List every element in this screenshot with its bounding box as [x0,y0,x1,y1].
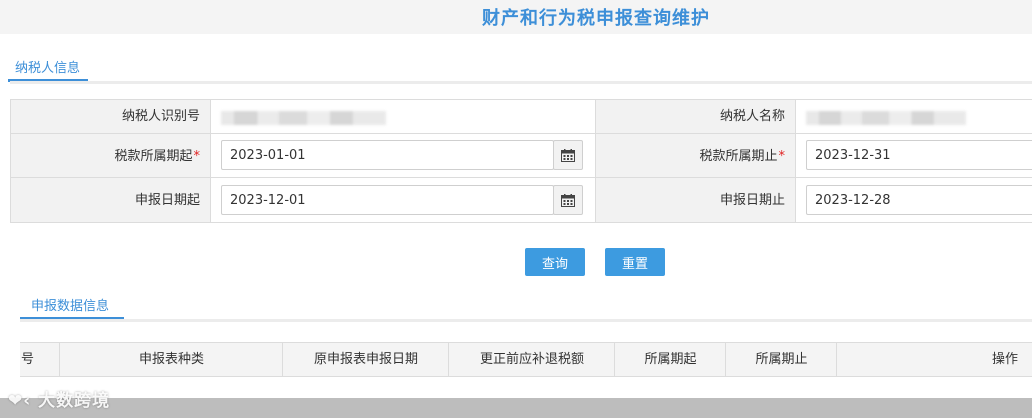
decl-start-label: 申报日期起 [10,177,211,223]
column-header-period-start: 所属期起 [614,343,726,376]
column-header-actions: 操作 [836,343,1032,376]
column-header-index: 号 [20,352,34,367]
reset-button[interactable]: 重置 [605,248,665,276]
period-end-label: 税款所属期止* [595,133,796,178]
decl-start-calendar-button[interactable] [553,185,583,215]
decl-end-label: 申报日期止 [595,177,796,223]
required-mark: * [193,149,201,164]
period-end-label-text: 税款所属期止 [699,149,778,164]
section-divider [20,319,1032,322]
grid-header: 号 申报表种类 原申报表申报日期 更正前应补退税额 所属期起 所属期止 操作 [20,342,1032,377]
calendar-icon [561,148,575,162]
taxpayer-id-label: 纳税人识别号 [10,99,211,134]
period-start-calendar-button[interactable] [553,140,583,170]
masked-taxpayer-name [806,111,966,125]
column-header-period-end: 所属期止 [725,343,837,376]
column-header-original-date: 原申报表申报日期 [282,343,449,376]
masked-taxpayer-id [221,111,386,125]
column-header-form-type: 申报表种类 [59,343,283,376]
taxpayer-id-label-text: 纳税人识别号 [121,109,200,124]
decl-end-label-text: 申报日期止 [719,193,785,208]
taxpayer-id-value [210,99,596,134]
watermark: ❤︎‹ 大数跨境 [8,386,110,411]
decl-end-input[interactable] [806,185,1032,215]
page-title: 财产和行为税申报查询维护 [482,8,710,29]
taxpayer-name-value [795,99,1032,134]
section-divider [10,81,1032,84]
watermark-text: 大数跨境 [38,391,111,411]
period-end-input[interactable] [806,140,1032,170]
required-mark: * [778,149,786,164]
tab-taxpayer-label: 纳税人信息 [15,61,81,76]
query-button[interactable]: 查询 [525,248,585,276]
taxpayer-name-label: 纳税人名称 [595,99,796,134]
period-start-label-text: 税款所属期起 [114,149,193,164]
tab-declaration-label: 申报数据信息 [31,299,110,314]
period-start-label: 税款所属期起* [10,133,211,178]
tab-taxpayer-info[interactable]: 纳税人信息 [8,57,88,82]
tab-declaration-data[interactable]: 申报数据信息 [20,295,124,320]
horizontal-scrollbar[interactable] [0,398,1032,418]
decl-start-label-text: 申报日期起 [134,193,200,208]
taxpayer-name-label-text: 纳税人名称 [719,109,785,124]
calendar-icon [561,193,575,207]
decl-start-input[interactable] [221,185,554,215]
period-start-input[interactable] [221,140,554,170]
watermark-logo-icon: ❤︎‹ [8,391,39,411]
column-header-pre-correction-tax: 更正前应补退税额 [448,343,615,376]
